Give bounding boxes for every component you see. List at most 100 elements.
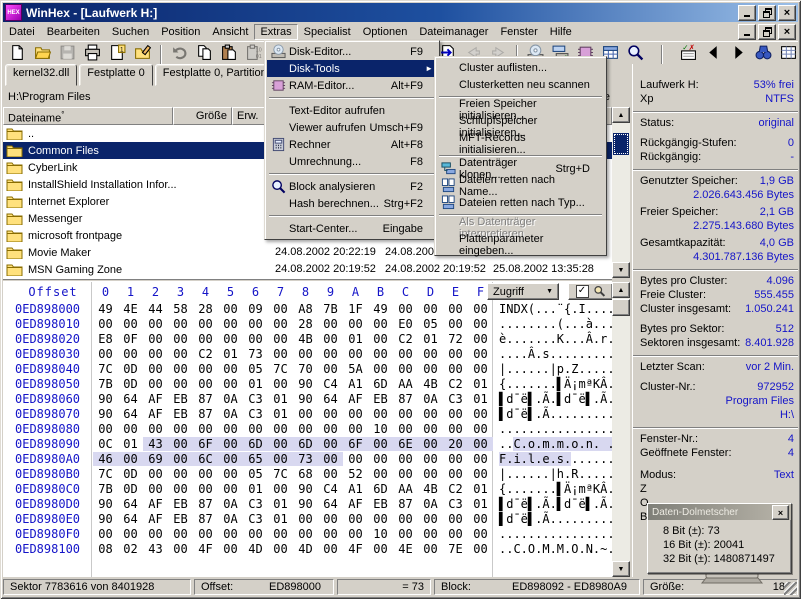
hex-byte[interactable]: 64: [318, 497, 343, 511]
hex-byte[interactable]: 73: [243, 347, 268, 361]
extras-menu-item[interactable]: Disk-Editor...F9: [267, 43, 437, 60]
scrollbar-thumb[interactable]: [613, 133, 629, 155]
extras-menu-item[interactable]: Hash berechnen...Strg+F2: [267, 195, 437, 212]
disk-tools-item[interactable]: Clusterketten neu scannen: [437, 76, 604, 93]
hex-byte[interactable]: 00: [418, 512, 443, 526]
menu-position[interactable]: Position: [155, 24, 206, 40]
hex-byte[interactable]: 6E: [393, 437, 418, 451]
hex-byte[interactable]: 00: [143, 377, 168, 391]
hex-byte[interactable]: 00: [193, 332, 218, 346]
hex-byte[interactable]: 49: [368, 302, 393, 316]
hex-byte[interactable]: 00: [118, 317, 143, 331]
hex-byte[interactable]: 7B: [93, 377, 118, 391]
next-window-button[interactable]: [726, 44, 751, 65]
hex-byte[interactable]: 00: [318, 407, 343, 421]
disk-tools-item[interactable]: Plattenparameter eingeben...: [437, 236, 604, 253]
hex-byte[interactable]: AF: [143, 392, 168, 406]
hex-byte[interactable]: 08: [93, 542, 118, 556]
extras-menu-item[interactable]: Start-Center...Eingabe: [267, 220, 437, 237]
copy-button[interactable]: [192, 44, 217, 65]
hex-byte[interactable]: 0A: [218, 497, 243, 511]
filter-toggle-button[interactable]: ✓: [568, 283, 612, 300]
hex-byte[interactable]: 28: [293, 317, 318, 331]
hex-byte[interactable]: 01: [268, 497, 293, 511]
print-button[interactable]: [80, 44, 105, 65]
hex-byte[interactable]: 7E: [443, 542, 468, 556]
hex-byte[interactable]: 00: [93, 317, 118, 331]
hex-byte[interactable]: 00: [218, 377, 243, 391]
hex-byte[interactable]: 00: [443, 407, 468, 421]
hex-byte[interactable]: 0A: [218, 392, 243, 406]
hex-byte[interactable]: C3: [243, 512, 268, 526]
hex-byte[interactable]: C2: [193, 347, 218, 361]
hex-byte[interactable]: 0A: [218, 512, 243, 526]
new-file-button[interactable]: [5, 44, 30, 65]
hex-byte[interactable]: 7B: [318, 302, 343, 316]
hex-row[interactable]: 0ED8980507B0D00000000010090C4A16DAA4BC20…: [3, 377, 612, 392]
hex-byte[interactable]: 00: [293, 527, 318, 541]
hex-byte[interactable]: 00: [318, 332, 343, 346]
hex-byte[interactable]: 7C: [268, 362, 293, 376]
hex-byte[interactable]: 01: [218, 347, 243, 361]
hex-byte[interactable]: 00: [393, 527, 418, 541]
hex-byte[interactable]: 00: [343, 512, 368, 526]
hex-byte[interactable]: 72: [443, 332, 468, 346]
hex-byte[interactable]: 01: [343, 332, 368, 346]
hex-row[interactable]: 0ED898000494E445828000900A87B1F490000000…: [3, 302, 612, 317]
folder-edit-button[interactable]: [130, 44, 155, 65]
hex-byte[interactable]: 00: [468, 362, 493, 376]
hex-byte[interactable]: 00: [393, 347, 418, 361]
menu-suchen[interactable]: Suchen: [106, 24, 155, 40]
hex-byte[interactable]: 01: [118, 437, 143, 451]
hex-byte[interactable]: 65: [243, 452, 268, 466]
hex-byte[interactable]: 90: [93, 512, 118, 526]
hex-byte[interactable]: A8: [293, 302, 318, 316]
hex-ascii[interactable]: ..C.O.M.M.O.N.~.: [499, 542, 612, 556]
hex-byte[interactable]: 00: [468, 512, 493, 526]
hex-byte[interactable]: 00: [268, 332, 293, 346]
hex-byte[interactable]: 00: [268, 377, 293, 391]
menu-specialist[interactable]: Specialist: [298, 24, 357, 40]
hex-byte[interactable]: 00: [343, 347, 368, 361]
hex-byte[interactable]: 00: [468, 302, 493, 316]
hex-byte[interactable]: 01: [243, 377, 268, 391]
hex-byte[interactable]: 00: [168, 527, 193, 541]
hex-byte[interactable]: 01: [468, 392, 493, 406]
hex-byte[interactable]: 01: [468, 377, 493, 391]
hex-byte[interactable]: 7B: [93, 482, 118, 496]
hex-byte[interactable]: 00: [443, 512, 468, 526]
hex-byte[interactable]: 00: [218, 527, 243, 541]
hex-byte[interactable]: 00: [143, 317, 168, 331]
hex-byte[interactable]: 0D: [118, 482, 143, 496]
extras-menu-item[interactable]: Disk-Tools►: [267, 60, 437, 77]
hex-byte[interactable]: 87: [193, 497, 218, 511]
hex-byte[interactable]: 00: [393, 422, 418, 436]
hex-byte[interactable]: 00: [418, 302, 443, 316]
hex-byte[interactable]: 00: [268, 347, 293, 361]
hex-byte[interactable]: 90: [293, 377, 318, 391]
hex-byte[interactable]: 90: [293, 392, 318, 406]
hex-byte[interactable]: 00: [168, 317, 193, 331]
hex-row[interactable]: 0ED8980D09064AFEB870AC3019064AFEB870AC30…: [3, 497, 612, 512]
hex-byte[interactable]: 00: [218, 452, 243, 466]
hex-byte[interactable]: A1: [343, 377, 368, 391]
hex-byte[interactable]: 10: [368, 422, 393, 436]
hex-byte[interactable]: 00: [118, 347, 143, 361]
hex-byte[interactable]: 00: [168, 542, 193, 556]
hex-byte[interactable]: 00: [468, 407, 493, 421]
hex-scrollbar-thumb[interactable]: [612, 299, 630, 316]
hex-byte[interactable]: 00: [368, 317, 393, 331]
hex-byte[interactable]: 6F: [193, 437, 218, 451]
menu-extras[interactable]: Extras: [254, 24, 297, 40]
hex-byte[interactable]: 00: [318, 422, 343, 436]
hex-byte[interactable]: 00: [218, 437, 243, 451]
hex-byte[interactable]: 00: [318, 452, 343, 466]
hex-byte[interactable]: 00: [368, 407, 393, 421]
access-column-button[interactable]: Zugriff▼: [487, 283, 559, 300]
disk-tools-item[interactable]: Cluster auflisten...: [437, 59, 604, 76]
hex-byte[interactable]: 00: [343, 452, 368, 466]
hex-byte[interactable]: C2: [443, 377, 468, 391]
hex-byte[interactable]: 00: [168, 347, 193, 361]
hex-byte[interactable]: 4E: [393, 542, 418, 556]
hex-byte[interactable]: C2: [443, 482, 468, 496]
